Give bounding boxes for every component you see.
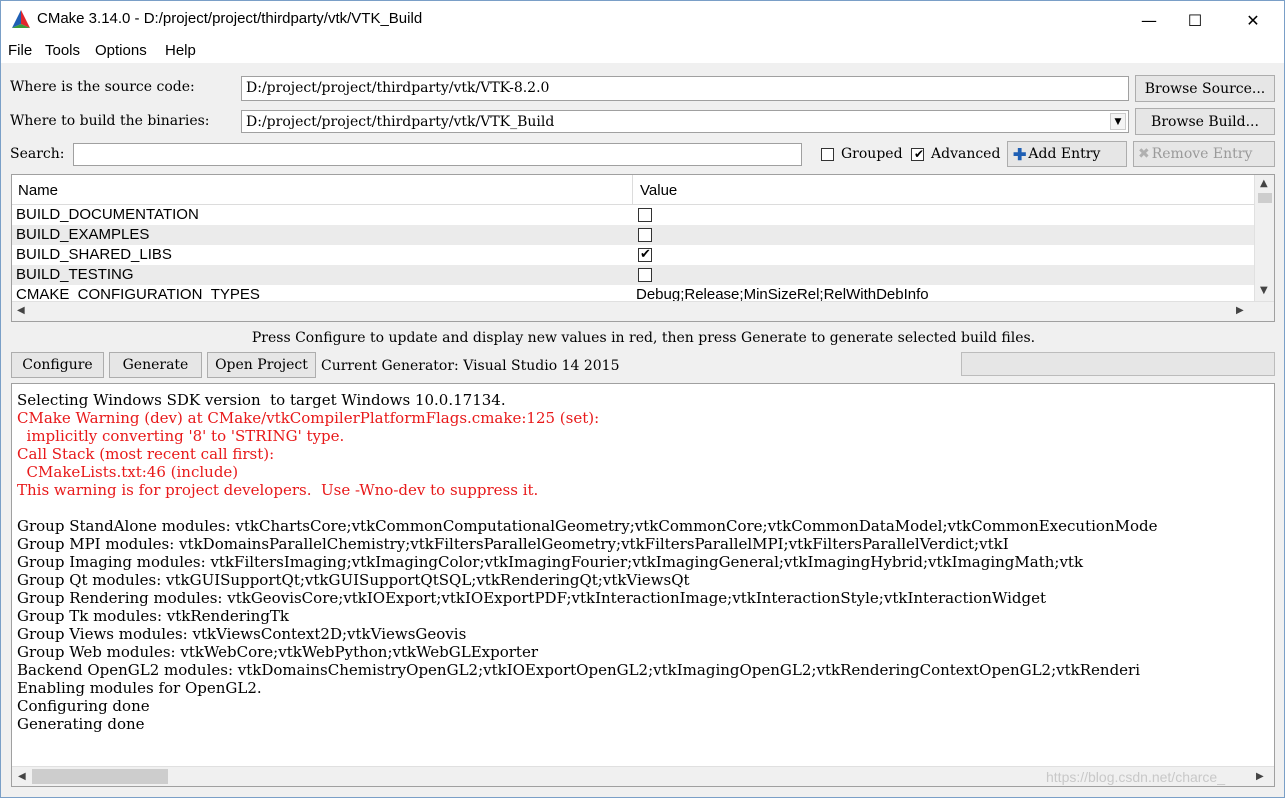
search-label: Search:	[10, 146, 65, 162]
log-line: Generating done	[17, 715, 145, 733]
table-row[interactable]: BUILD_SHARED_LIBS ✔	[12, 245, 1254, 265]
table-row[interactable]: BUILD_TESTING	[12, 265, 1254, 285]
menu-help[interactable]: Help	[165, 42, 196, 59]
close-button[interactable]: ✕	[1230, 1, 1276, 39]
watermark: https://blog.csdn.net/charce_	[1046, 769, 1225, 785]
scroll-left-icon[interactable]: ◀	[18, 771, 26, 782]
generate-button[interactable]: Generate	[109, 352, 202, 378]
table-horizontal-scrollbar[interactable]: ◀ ▶	[12, 301, 1274, 321]
remove-entry-label: Remove Entry	[1151, 146, 1253, 162]
advanced-label: Advanced	[931, 146, 1001, 162]
menu-bar: File Tools Options Help	[1, 39, 1284, 63]
log-line: Group MPI modules: vtkDomainsParallelChe…	[17, 535, 1009, 553]
add-entry-button[interactable]: ✚ Add Entry	[1007, 141, 1127, 167]
source-path-input[interactable]: D:/project/project/thirdparty/vtk/VTK-8.…	[241, 76, 1129, 101]
open-project-button[interactable]: Open Project	[207, 352, 316, 378]
configure-hint: Press Configure to update and display ne…	[251, 330, 1036, 346]
menu-options[interactable]: Options	[95, 42, 147, 59]
source-label: Where is the source code:	[10, 79, 195, 95]
row-value-checkbox[interactable]	[638, 228, 652, 242]
current-generator: Current Generator: Visual Studio 14 2015	[321, 358, 620, 374]
log-line: Group Web modules: vtkWebCore;vtkWebPyth…	[17, 643, 539, 661]
browse-build-button[interactable]: Browse Build...	[1135, 108, 1275, 135]
log-line: Group Views modules: vtkViewsContext2D;v…	[17, 625, 467, 643]
menu-tools[interactable]: Tools	[45, 42, 80, 59]
log-line: Group StandAlone modules: vtkChartsCore;…	[17, 517, 1158, 535]
column-header-name[interactable]: Name	[18, 182, 58, 199]
cmake-window: CMake 3.14.0 - D:/project/project/thirdp…	[0, 0, 1285, 798]
remove-icon: ✖	[1138, 146, 1150, 162]
cmake-logo-icon	[12, 10, 30, 28]
table-row[interactable]: BUILD_DOCUMENTATION	[12, 205, 1254, 225]
scroll-right-icon[interactable]: ▶	[1256, 771, 1264, 782]
scroll-left-icon[interactable]: ◀	[17, 305, 25, 316]
window-title: CMake 3.14.0 - D:/project/project/thirdp…	[37, 10, 423, 27]
build-label: Where to build the binaries:	[10, 113, 210, 129]
scroll-down-icon[interactable]: ▼	[1260, 285, 1268, 296]
checkmark-icon: ✔	[640, 246, 651, 261]
browse-source-button[interactable]: Browse Source...	[1135, 75, 1275, 102]
row-name: BUILD_DOCUMENTATION	[16, 206, 199, 223]
grouped-label: Grouped	[841, 146, 903, 162]
build-path-combobox[interactable]: D:/project/project/thirdparty/vtk/VTK_Bu…	[241, 110, 1129, 133]
search-input[interactable]	[73, 143, 802, 166]
row-name: BUILD_SHARED_LIBS	[16, 246, 172, 263]
configure-button[interactable]: Configure	[11, 352, 104, 378]
row-value-checkbox[interactable]: ✔	[638, 246, 652, 262]
log-line: Group Rendering modules: vtkGeovisCore;v…	[17, 589, 1047, 607]
row-name: BUILD_TESTING	[16, 266, 134, 283]
row-value-checkbox[interactable]	[638, 208, 652, 222]
scroll-right-icon[interactable]: ▶	[1236, 305, 1244, 316]
menu-file[interactable]: File	[8, 42, 32, 59]
log-line-warning: Call Stack (most recent call first):	[17, 445, 275, 463]
log-line: Selecting Windows SDK version to target …	[17, 391, 506, 409]
column-header-value[interactable]: Value	[640, 182, 677, 199]
log-line: Group Qt modules: vtkGUISupportQt;vtkGUI…	[17, 571, 690, 589]
minimize-button[interactable]: —	[1126, 1, 1172, 39]
advanced-checkbox[interactable]: ✔	[911, 147, 925, 161]
progress-bar	[961, 352, 1275, 376]
log-line: Group Tk modules: vtkRenderingTk	[17, 607, 290, 625]
remove-entry-button[interactable]: ✖ Remove Entry	[1133, 141, 1275, 167]
dropdown-arrow-icon[interactable]: ▼	[1110, 113, 1126, 130]
plus-icon: ✚	[1013, 144, 1027, 164]
log-line-warning: CMakeLists.txt:46 (include)	[17, 463, 239, 481]
grouped-checkbox[interactable]	[821, 148, 834, 161]
title-bar: CMake 3.14.0 - D:/project/project/thirdp…	[1, 1, 1284, 39]
cache-table: Name Value BUILD_DOCUMENTATION BUILD_EXA…	[11, 174, 1275, 322]
row-name: BUILD_EXAMPLES	[16, 226, 150, 243]
checkmark-icon: ✔	[914, 147, 925, 161]
add-entry-label: Add Entry	[1028, 146, 1101, 162]
log-line: Enabling modules for OpenGL2.	[17, 679, 262, 697]
maximize-button[interactable]: ☐	[1172, 1, 1218, 39]
log-line-warning: This warning is for project developers. …	[17, 481, 539, 499]
output-log[interactable]: Selecting Windows SDK version to target …	[11, 383, 1275, 787]
log-line-warning: CMake Warning (dev) at CMake/vtkCompiler…	[17, 409, 600, 427]
scroll-thumb[interactable]	[32, 769, 168, 784]
log-line: Backend OpenGL2 modules: vtkDomainsChemi…	[17, 661, 1141, 679]
table-header: Name Value	[12, 175, 1254, 205]
table-row[interactable]: BUILD_EXAMPLES	[12, 225, 1254, 245]
log-line-warning: implicitly converting '8' to 'STRING' ty…	[17, 427, 345, 445]
log-line: Group Imaging modules: vtkFiltersImaging…	[17, 553, 1084, 571]
build-path-value: D:/project/project/thirdparty/vtk/VTK_Bu…	[246, 114, 555, 130]
scroll-thumb[interactable]	[1258, 193, 1272, 203]
column-divider[interactable]	[632, 175, 633, 205]
row-value-checkbox[interactable]	[638, 268, 652, 282]
table-vertical-scrollbar[interactable]: ▲ ▼	[1254, 175, 1274, 301]
log-line: Configuring done	[17, 697, 150, 715]
scroll-up-icon[interactable]: ▲	[1260, 178, 1268, 189]
